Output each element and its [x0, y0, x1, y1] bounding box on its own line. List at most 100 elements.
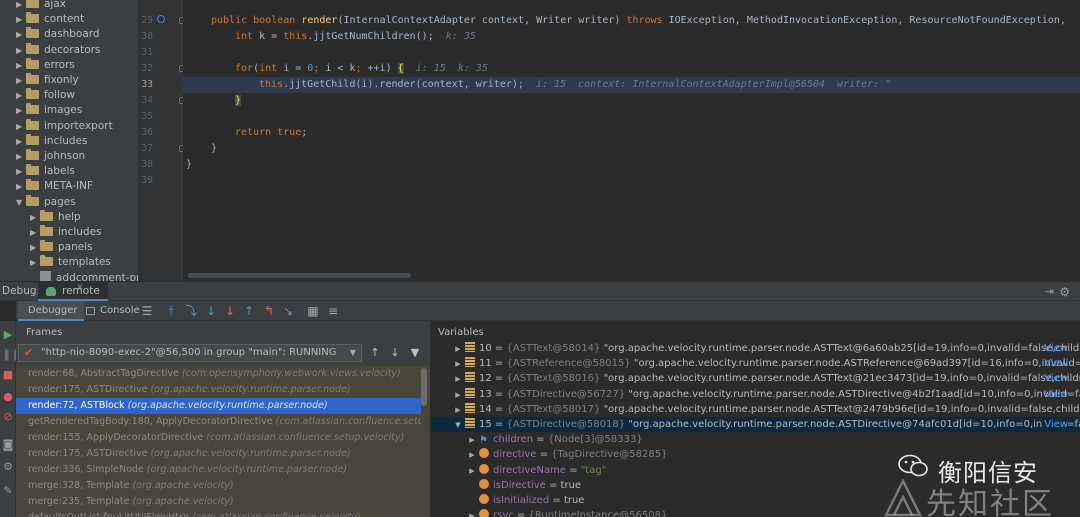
- tree-item[interactable]: ▶ errors: [16, 57, 75, 73]
- chevron-right-icon[interactable]: ▶: [467, 464, 477, 478]
- chevron-right-icon[interactable]: ▶: [16, 58, 26, 73]
- chevron-right-icon[interactable]: ▶: [453, 388, 463, 402]
- frame-row[interactable]: merge:235, Template (org.apache.velocity…: [16, 494, 421, 510]
- tree-item[interactable]: ▶ META-INF: [16, 179, 93, 194]
- frame-row[interactable]: merge:328, Template (org.apache.velocity…: [16, 478, 421, 494]
- drop-frame-icon[interactable]: ↰: [262, 304, 276, 318]
- evaluate-expression-icon[interactable]: ▦: [306, 304, 320, 318]
- chevron-right-icon[interactable]: ▶: [16, 88, 26, 103]
- frame-row[interactable]: render:72, ASTBlock (org.apache.velocity…: [16, 398, 421, 414]
- code-line[interactable]: }: [235, 93, 242, 109]
- tab-debugger[interactable]: Debugger: [18, 301, 84, 321]
- show-execution-point-icon[interactable]: ⤒: [164, 304, 178, 318]
- frame-row[interactable]: render:336, SimpleNode (org.apache.veloc…: [16, 462, 421, 478]
- tree-item[interactable]: ▶ follow: [16, 88, 75, 103]
- pin-icon[interactable]: ⇥: [1045, 285, 1054, 298]
- frame-row[interactable]: render:155, ApplyDecoratorDirective (com…: [16, 430, 421, 446]
- chevron-right-icon[interactable]: ▶: [16, 164, 26, 179]
- resume-icon[interactable]: ▶: [2, 329, 14, 341]
- tab-console[interactable]: Console: [82, 301, 146, 321]
- chevron-right-icon[interactable]: ▶: [453, 372, 463, 386]
- arrow-up-icon[interactable]: ↑: [368, 346, 382, 360]
- tree-item[interactable]: ▶ johnson: [16, 149, 85, 164]
- step-out-icon[interactable]: ↑: [242, 304, 256, 318]
- chevron-right-icon[interactable]: ▶: [467, 509, 477, 517]
- trace-icon[interactable]: ≡: [326, 304, 340, 318]
- chevron-right-icon[interactable]: ▶: [16, 103, 26, 118]
- frame-row[interactable]: render:68, AbstractTagDirective (com.ope…: [16, 366, 421, 382]
- variable-row[interactable]: ▶ 11 = {ASTReference@58015} "org.apache.v…: [431, 356, 1080, 371]
- chevron-right-icon[interactable]: ▶: [16, 0, 26, 12]
- view-link[interactable]: View: [1042, 387, 1068, 402]
- variable-row[interactable]: ▼ 15 = {ASTDirective@58018} "org.apache.v…: [431, 417, 1080, 432]
- close-icon[interactable]: ✕: [76, 283, 84, 293]
- chevron-right-icon[interactable]: ▶: [30, 255, 40, 270]
- gear-icon[interactable]: ⚙: [1059, 285, 1070, 299]
- variable-row[interactable]: ▶ 12 = {ASTText@58016} "org.apache.veloci…: [431, 371, 1080, 386]
- view-link[interactable]: View: [1042, 417, 1068, 432]
- frame-row[interactable]: defaultsOutList:fpuLitUtilFlowHtrp (com.…: [16, 510, 421, 517]
- chevron-right-icon[interactable]: ▶: [16, 27, 26, 42]
- tree-item[interactable]: ▶ includes: [16, 133, 88, 149]
- chevron-down-icon[interactable]: ▼: [453, 418, 463, 432]
- chevron-right-icon[interactable]: ▶: [16, 43, 26, 58]
- force-step-into-icon[interactable]: ↓: [223, 304, 237, 318]
- variable-row[interactable]: ▶ 14 = {ASTText@58017} "org.apache.veloci…: [431, 402, 1080, 417]
- chevron-right-icon[interactable]: ▶: [30, 225, 40, 240]
- chevron-right-icon[interactable]: ▶: [16, 73, 26, 88]
- tree-item[interactable]: ▶ help: [30, 209, 81, 225]
- override-icon[interactable]: [157, 15, 165, 23]
- tree-item[interactable]: ▶ dashboard: [16, 27, 100, 42]
- project-tree[interactable]: ▶ ajax ▶ content ▶ dashboard ▶ decorators ▶ error…: [0, 0, 139, 281]
- pause-icon[interactable]: ❚❚: [2, 349, 20, 361]
- chevron-right-icon[interactable]: ▶: [16, 179, 26, 194]
- pin-tab-icon[interactable]: ✎: [2, 485, 14, 497]
- chevron-down-icon[interactable]: ▼: [16, 195, 26, 210]
- chevron-right-icon[interactable]: ▶: [467, 433, 477, 447]
- chevron-right-icon[interactable]: ▶: [453, 357, 463, 371]
- tree-item[interactable]: ▶ ajax: [16, 0, 66, 12]
- camera-icon[interactable]: ◙: [2, 439, 14, 451]
- step-into-icon[interactable]: ↓: [204, 304, 218, 318]
- frame-row[interactable]: getRenderedTagBody:180, ApplyDecoratorDi…: [16, 414, 421, 430]
- code-line[interactable]: int k = this.jjtGetNumChildren(); k: 35: [235, 29, 476, 45]
- tree-item[interactable]: ▶ templates: [30, 255, 111, 270]
- step-over-icon[interactable]: ⤵: [184, 304, 198, 318]
- tree-item[interactable]: ▶ images: [16, 103, 82, 118]
- chevron-right-icon[interactable]: ▶: [16, 134, 26, 149]
- chevron-right-icon[interactable]: ▶: [16, 12, 26, 27]
- thread-selector[interactable]: ✔ "http-nio-8090-exec-2"@56,500 in group…: [18, 344, 362, 362]
- menu-lines-icon[interactable]: ☰: [140, 304, 154, 318]
- view-link[interactable]: View: [1042, 356, 1068, 371]
- code-line[interactable]: for(int i = 0; i < k; ++i) { i: 15 k: 35: [235, 61, 488, 77]
- tree-item[interactable]: addcomment-prev: [30, 270, 138, 281]
- tree-item[interactable]: ▶ content: [16, 12, 84, 27]
- chevron-right-icon[interactable]: ▶: [16, 149, 26, 164]
- filter-icon[interactable]: ▼: [408, 346, 422, 360]
- tree-item[interactable]: ▶ labels: [16, 164, 75, 179]
- code-line[interactable]: public boolean render(InternalContextAda…: [211, 13, 1072, 29]
- frame-row[interactable]: render:175, ASTDirective (org.apache.vel…: [16, 382, 421, 398]
- tree-item[interactable]: ▶ panels: [30, 240, 93, 255]
- variable-row[interactable]: ▶ 13 = {ASTDirective@56727} "org.apache.v…: [431, 387, 1080, 402]
- view-breakpoints-icon[interactable]: ●: [2, 391, 14, 403]
- run-to-cursor-icon[interactable]: ↘: [281, 304, 295, 318]
- frame-row[interactable]: render:175, ASTDirective (org.apache.vel…: [16, 446, 421, 462]
- view-link[interactable]: View: [1042, 341, 1068, 356]
- chevron-right-icon[interactable]: ▶: [30, 210, 40, 225]
- code-line[interactable]: return true;: [235, 125, 307, 141]
- code-line[interactable]: }: [211, 141, 217, 157]
- chevron-right-icon[interactable]: ▶: [16, 119, 26, 134]
- variable-row[interactable]: ▶ ⚑ children = {Node[3]@58333}: [431, 432, 1080, 447]
- arrow-down-icon[interactable]: ↓: [388, 346, 402, 360]
- editor-horizontal-scrollbar[interactable]: [188, 273, 411, 278]
- stop-icon[interactable]: ■: [2, 369, 14, 381]
- mute-breakpoints-icon[interactable]: ⊘: [2, 411, 14, 423]
- tree-item[interactable]: ▶ fixonly: [16, 73, 79, 88]
- code-line[interactable]: }: [186, 157, 192, 173]
- code-editor[interactable]: public boolean render(InternalContextAda…: [183, 0, 1080, 281]
- frame-list[interactable]: render:68, AbstractTagDirective (com.ope…: [16, 366, 430, 517]
- settings-icon[interactable]: ⚙: [2, 461, 14, 473]
- tree-item[interactable]: ▶ importexport: [16, 118, 113, 134]
- tree-item[interactable]: ▶ includes: [30, 225, 102, 240]
